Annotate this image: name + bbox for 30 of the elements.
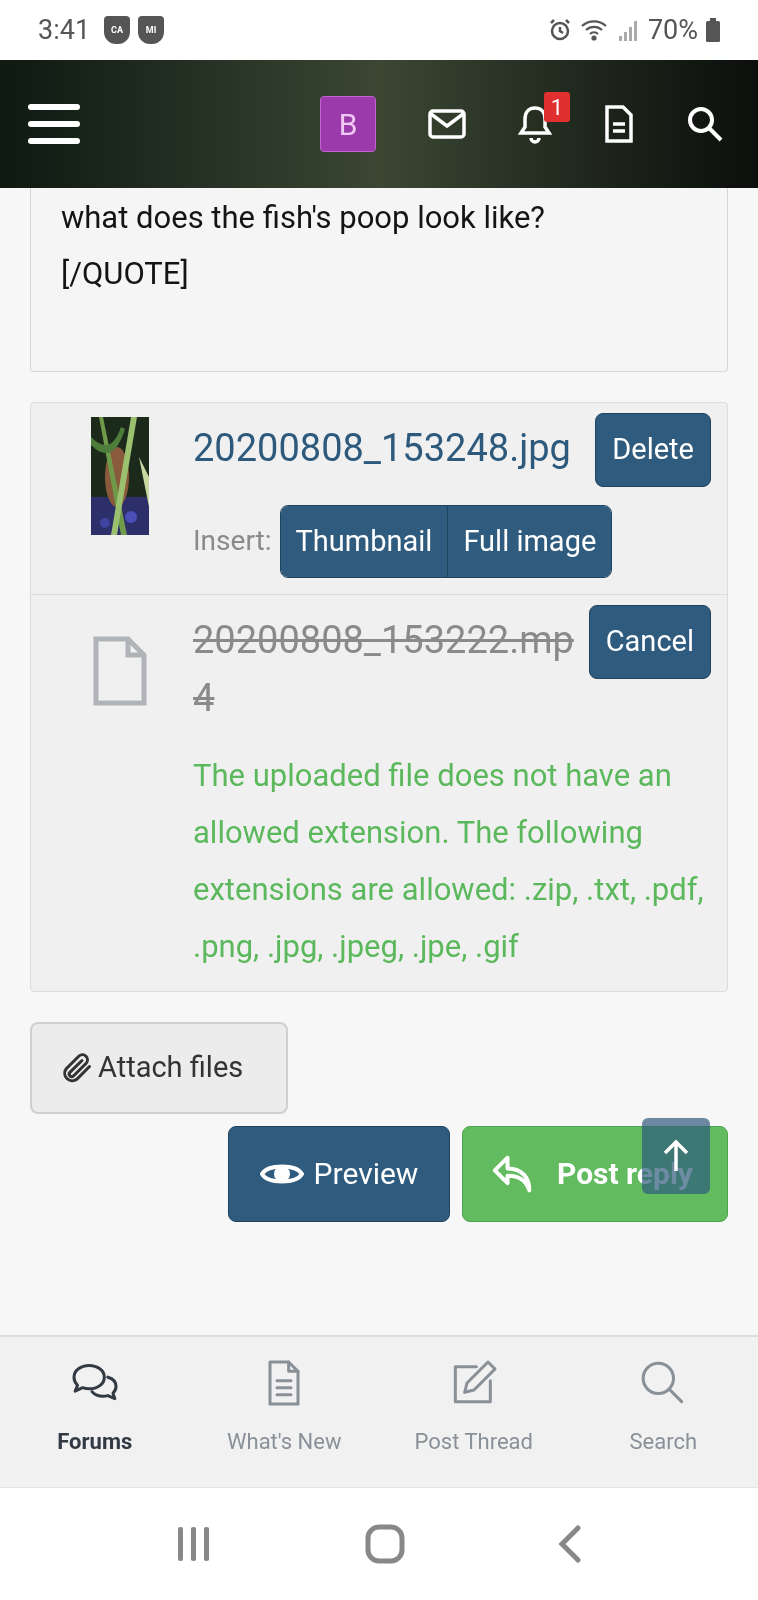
search-icon[interactable] xyxy=(686,105,724,143)
editor-text-line: what does the fish's poop look like? xyxy=(61,198,546,238)
envelope-icon[interactable] xyxy=(428,109,466,139)
battery-percent: 70% xyxy=(647,12,698,48)
notification-count: 1 xyxy=(544,92,570,122)
menu-icon[interactable] xyxy=(28,104,80,144)
editor-text-line: [/QUOTE] xyxy=(61,254,190,294)
cancel-button[interactable]: Cancel xyxy=(588,605,711,679)
insert-label: Insert: xyxy=(193,523,272,560)
clock-time: 3:41 xyxy=(38,12,91,48)
preview-button[interactable]: Preview xyxy=(228,1125,450,1222)
back-icon[interactable] xyxy=(557,1525,582,1563)
battery-icon xyxy=(706,18,720,42)
bell-icon[interactable] xyxy=(518,104,552,144)
message-editor[interactable]: what does the fish's poop look like? [/QUOTE] xyxy=(30,188,728,372)
shield-badge: MI xyxy=(138,16,165,44)
insert-option-button[interactable]: Thumbnail xyxy=(280,505,448,577)
document-icon[interactable] xyxy=(604,104,634,144)
home-icon[interactable] xyxy=(365,1524,405,1564)
nav-tab[interactable]: Forums xyxy=(0,1337,190,1487)
attach-files-button[interactable]: Attach files xyxy=(30,1022,288,1114)
error-message: The uploaded file does not have an allowed extension. The following extensions are allowed: .zip, .txt, .pdf, .png, .jpg, .jpeg, .jpe, .gif xyxy=(193,756,705,967)
shield-badge: CA xyxy=(104,16,131,44)
attachment-filename[interactable]: 20200808_153248.jpg xyxy=(193,413,582,477)
insert-option-button[interactable]: Full image xyxy=(447,505,612,577)
signal-icon xyxy=(617,18,640,42)
delete-button[interactable]: Delete xyxy=(595,413,711,487)
attachment-filename: 20200808_153222.mp4 xyxy=(193,617,575,722)
file-icon xyxy=(92,635,148,707)
user-avatar[interactable]: B xyxy=(320,96,376,152)
